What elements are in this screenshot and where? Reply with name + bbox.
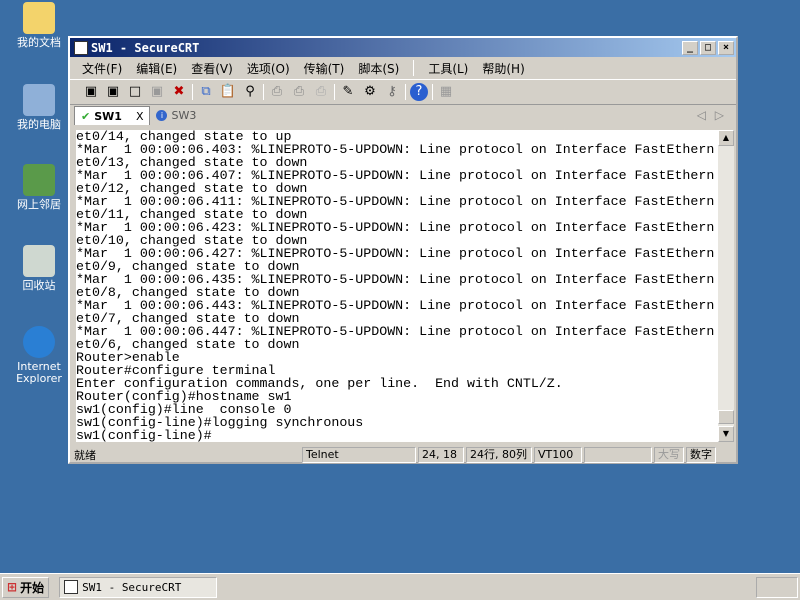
recycle-bin-icon [23, 245, 55, 277]
terminal-output[interactable]: et0/14, changed state to up *Mar 1 00:00:… [76, 130, 718, 442]
info-icon: i [156, 110, 168, 121]
internet-explorer-icon [23, 326, 55, 358]
print-setup-icon[interactable]: ⎙ [312, 83, 330, 101]
app-icon [64, 580, 79, 594]
menu-view[interactable]: 查看(V) [191, 60, 233, 77]
window-title: SW1 - SecureCRT [91, 40, 200, 55]
task-label: SW1 - SecureCRT [82, 580, 182, 594]
tab-close-button[interactable]: X [136, 110, 144, 123]
scroll-down-icon[interactable]: ▼ [718, 426, 734, 442]
menu-file[interactable]: 文件(F) [82, 60, 122, 77]
vertical-scrollbar[interactable]: ▲ ▼ [718, 130, 734, 442]
menu-transfer[interactable]: 传输(T) [304, 60, 345, 77]
desktop-icon-recycle-bin[interactable]: 回收站 [0, 245, 78, 292]
taskbar-item-securecrt[interactable]: SW1 - SecureCRT [59, 576, 218, 598]
desktop-icon-ie[interactable]: Internet Explorer [0, 326, 78, 385]
icon-label: Internet Explorer [16, 360, 62, 385]
desktop-icon-network[interactable]: 网上邻居 [0, 164, 78, 211]
network-icon [23, 164, 55, 196]
scroll-up-icon[interactable]: ▲ [718, 130, 734, 146]
status-bar: 就绪 Telnet 24, 18 24行, 80列 VT100 大写 数字 [74, 446, 734, 464]
find-icon[interactable]: ⚲ [241, 83, 259, 101]
paste-icon[interactable]: 📋 [219, 83, 237, 101]
minimize-button[interactable]: _ [682, 40, 698, 55]
securecrt-window: SW1 - SecureCRT _ □ × 文件(F) 编辑(E) 查看(V) … [68, 36, 738, 464]
tab-sw3[interactable]: i SW3 [150, 106, 202, 125]
maximize-button[interactable]: □ [700, 40, 716, 55]
windows-logo-icon: ⊞ [7, 580, 18, 594]
tab-scroll-right-icon[interactable]: ▷ [715, 108, 724, 122]
tab-scroll-left-icon[interactable]: ◁ [697, 108, 706, 122]
desktop-icon-my-computer[interactable]: 我的电脑 [0, 84, 78, 131]
app-icon [74, 40, 88, 55]
connect-tab-icon[interactable]: □ [126, 83, 144, 101]
global-options-icon[interactable]: ⚙ [361, 83, 379, 101]
session-tabs: ✔ SW1 X i SW3 ◁ ▷ [70, 105, 736, 125]
status-num: 数字 [686, 447, 716, 463]
toolbar-separator [192, 84, 193, 100]
scroll-thumb[interactable] [718, 410, 734, 424]
menu-help[interactable]: 帮助(H) [482, 60, 524, 77]
icon-label: 网上邻居 [17, 198, 61, 211]
menu-script[interactable]: 脚本(S) [358, 60, 399, 77]
start-button[interactable]: ⊞ 开始 [2, 576, 50, 598]
status-ready: 就绪 [74, 449, 96, 462]
session-options-icon[interactable]: ✎ [339, 83, 357, 101]
system-tray[interactable] [756, 576, 798, 598]
menu-edit[interactable]: 编辑(E) [136, 60, 177, 77]
title-bar[interactable]: SW1 - SecureCRT _ □ × [70, 38, 736, 57]
terminal-line: sw1(config-line)# [76, 428, 212, 442]
menu-bar: 文件(F) 编辑(E) 查看(V) 选项(O) 传输(T) 脚本(S) 工具(L… [70, 57, 736, 79]
print-selection-icon[interactable]: ⎙ [290, 83, 308, 101]
connected-check-icon: ✔ [81, 109, 91, 123]
toolbar: ▣ ▣ □ ▣ ✖ ⧉ 📋 ⚲ ⎙ ⎙ ⎙ ✎ ⚙ ⚷ ? ▦ [70, 79, 736, 105]
copy-icon[interactable]: ⧉ [197, 83, 215, 101]
tab-sw1[interactable]: ✔ SW1 X [74, 106, 151, 125]
help-icon[interactable]: ? [410, 83, 428, 101]
print-icon[interactable]: ⎙ [268, 83, 286, 101]
desktop-icon-my-documents[interactable]: 我的文档 [0, 2, 78, 49]
menu-separator [413, 60, 415, 76]
icon-label: 我的电脑 [17, 118, 61, 131]
quick-connect-icon[interactable]: ▣ [104, 83, 122, 101]
sftp-icon[interactable]: ▦ [437, 83, 455, 101]
reconnect-icon[interactable]: ▣ [148, 83, 166, 101]
status-emulation: VT100 [534, 447, 582, 463]
taskbar: ⊞ 开始 SW1 - SecureCRT [0, 573, 800, 600]
status-protocol: Telnet [302, 447, 416, 463]
toolbar-separator [432, 84, 433, 100]
icon-label: 回收站 [22, 279, 56, 292]
toolbar-separator [334, 84, 335, 100]
key-icon[interactable]: ⚷ [383, 83, 401, 101]
computer-icon [23, 84, 55, 116]
status-empty [584, 447, 652, 463]
tab-label: SW1 [94, 109, 122, 123]
toolbar-separator [263, 84, 264, 100]
toolbar-separator [405, 84, 406, 100]
disconnect-icon[interactable]: ✖ [170, 83, 188, 101]
status-caps: 大写 [654, 447, 684, 463]
tab-label: SW3 [171, 109, 197, 122]
menu-options[interactable]: 选项(O) [247, 60, 290, 77]
connect-icon[interactable]: ▣ [82, 83, 100, 101]
start-label: 开始 [20, 580, 45, 595]
status-size: 24行, 80列 [466, 447, 532, 463]
status-cursor: 24, 18 [418, 447, 464, 463]
icon-label: 我的文档 [17, 36, 61, 49]
close-button[interactable]: × [718, 40, 734, 55]
folder-icon [23, 2, 55, 34]
menu-tools[interactable]: 工具(L) [428, 60, 468, 77]
